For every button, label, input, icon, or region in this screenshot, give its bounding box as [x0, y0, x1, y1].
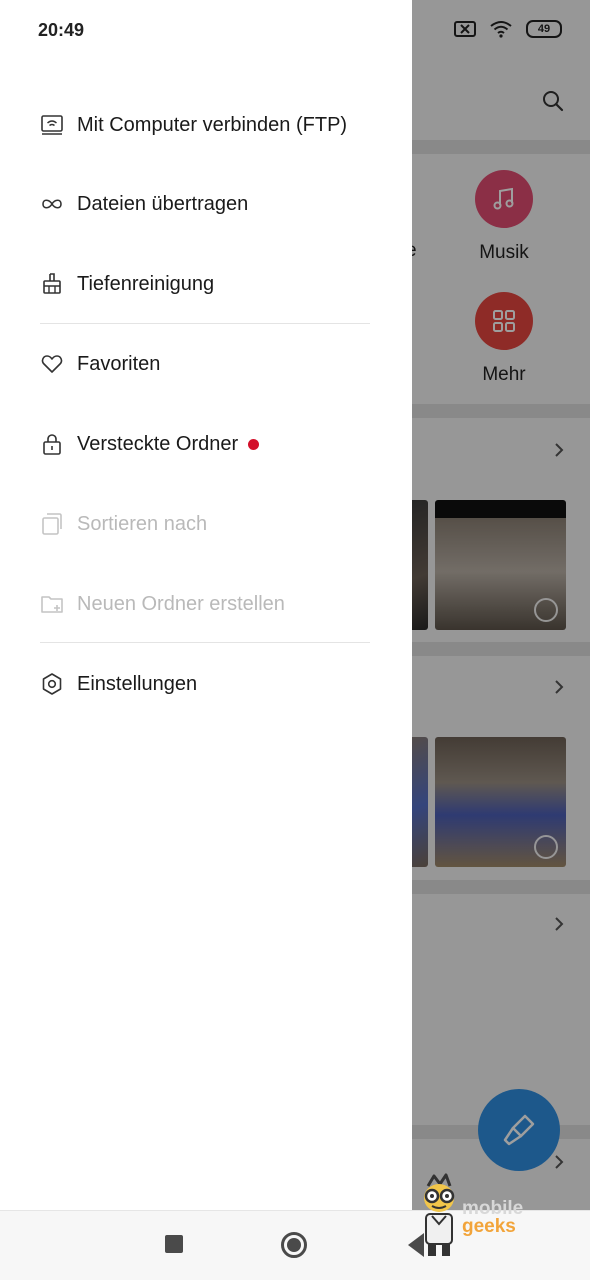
menu-item-ftp[interactable]: Mit Computer verbinden (FTP)	[40, 105, 380, 145]
home-dot	[287, 1238, 301, 1252]
menu-divider	[40, 323, 370, 324]
gear-icon	[42, 673, 62, 695]
menu-item-label: Einstellungen	[77, 672, 198, 695]
menu-item-label: Sortieren nach	[77, 512, 208, 535]
recents-square-icon[interactable]	[165, 1235, 183, 1253]
menu-item-favorites[interactable]: Favoriten	[40, 344, 380, 384]
menu-item-label: Neuen Ordner erstellen	[77, 592, 285, 615]
menu-item-label: Versteckte Ordner	[77, 432, 239, 455]
heart-icon	[41, 355, 63, 373]
menu-item-settings[interactable]: Einstellungen	[40, 664, 380, 704]
menu-item-label: Dateien übertragen	[77, 192, 249, 215]
mascot-logo-icon	[424, 1173, 455, 1256]
menu-item-deep-clean[interactable]: Tiefenreinigung	[40, 264, 380, 304]
mobilegeeks-watermark: mobile geeks	[412, 1172, 552, 1258]
status-time: 20:49	[38, 20, 85, 40]
lock-icon	[43, 434, 61, 455]
broom-icon	[43, 273, 61, 294]
menu-divider	[40, 642, 370, 643]
menu-item-label: Mit Computer verbinden (FTP)	[77, 113, 348, 136]
menu-item-new-folder[interactable]: Neuen Ordner erstellen	[40, 584, 380, 624]
infinity-icon	[42, 199, 62, 209]
menu-item-transfer[interactable]: Dateien übertragen	[40, 184, 380, 224]
navigation-drawer: 20:49 Mit Computer verbinden (FTP) Datei…	[0, 0, 412, 1210]
new-folder-icon	[41, 596, 63, 613]
menu-item-label: Favoriten	[77, 352, 161, 375]
monitor-wifi-icon	[41, 115, 63, 135]
menu-item-label: Tiefenreinigung	[77, 272, 215, 295]
new-badge-dot	[248, 438, 260, 450]
menu-item-hidden-folders[interactable]: Versteckte Ordner	[40, 424, 380, 464]
home-circle-icon[interactable]	[281, 1232, 307, 1258]
watermark-text-geeks: geeks	[462, 1216, 516, 1237]
menu-item-sort-by[interactable]: Sortieren nach	[40, 504, 380, 544]
stack-icon	[42, 513, 62, 535]
